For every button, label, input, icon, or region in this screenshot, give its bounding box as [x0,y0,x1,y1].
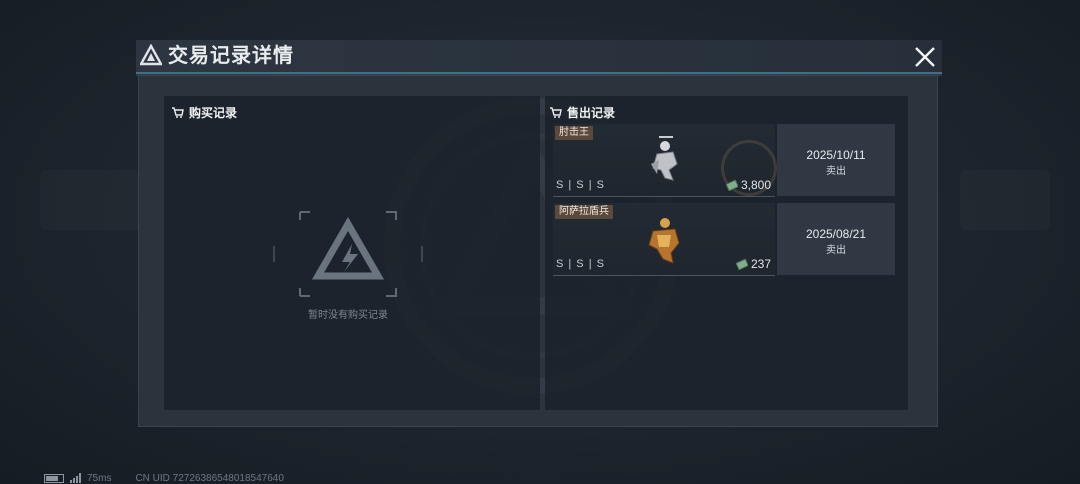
sale-date: 2025/10/11 [806,148,866,162]
currency-icon [725,179,738,191]
sale-item-card[interactable]: 阿萨拉盾兵 S | S | S 237 [553,203,775,276]
cart-icon [550,107,562,118]
sale-date: 2025/08/21 [805,227,867,241]
cart-icon [172,107,184,118]
item-grade: S | S | S [556,258,605,270]
empty-state-icon [273,211,423,297]
purchase-header-label: 购买记录 [189,105,238,120]
currency-icon [735,258,748,270]
status-footer: 75ms CN UID 72726386548018547640 [44,472,284,484]
background-panel [40,170,150,230]
game-screen: 交易记录详情 购买记录 暂时没有购买记录 售出记录 肘击王 S | S | S … [0,0,1080,484]
dialog-title-bar: 交易记录详情 [136,40,942,74]
sale-status: 卖出 [826,245,846,256]
item-figure-icon [651,136,678,181]
ping-value: 75ms [87,472,112,484]
sale-info: 2025/10/11 卖出 [777,124,895,196]
item-grade: S | S | S [556,179,605,191]
sale-info: 2025/08/21 卖出 [777,203,895,275]
background-panel [960,170,1050,230]
sale-status: 卖出 [826,166,846,177]
sales-header: 售出记录 [549,103,615,121]
dialog-title: 交易记录详情 [168,45,294,67]
item-price: 237 [735,257,771,271]
sale-record[interactable]: 肘击王 S | S | S 3,800 2025/10/11 卖出 [553,124,895,197]
sale-record[interactable]: 阿萨拉盾兵 S | S | S 237 2025/08/21 卖出 [553,203,895,276]
item-price-value: 3,800 [740,178,771,192]
item-figure-icon [648,218,680,264]
purchase-header: 购买记录 [171,103,237,121]
item-name-tag: 阿萨拉盾兵 [555,205,613,219]
uid-text: CN UID 72726386548018547640 [135,472,284,484]
sales-header-label: 售出记录 [567,105,616,120]
item-price-value: 237 [750,257,771,271]
signal-icon [70,473,81,483]
item-name-tag: 肘击王 [555,126,593,140]
close-icon[interactable] [912,44,938,70]
battery-icon [44,473,64,483]
sale-item-card[interactable]: 肘击王 S | S | S 3,800 [553,124,777,197]
game-logo-icon [140,44,162,66]
item-price: 3,800 [725,178,771,192]
empty-message: 暂时没有购买记录 [308,310,388,321]
